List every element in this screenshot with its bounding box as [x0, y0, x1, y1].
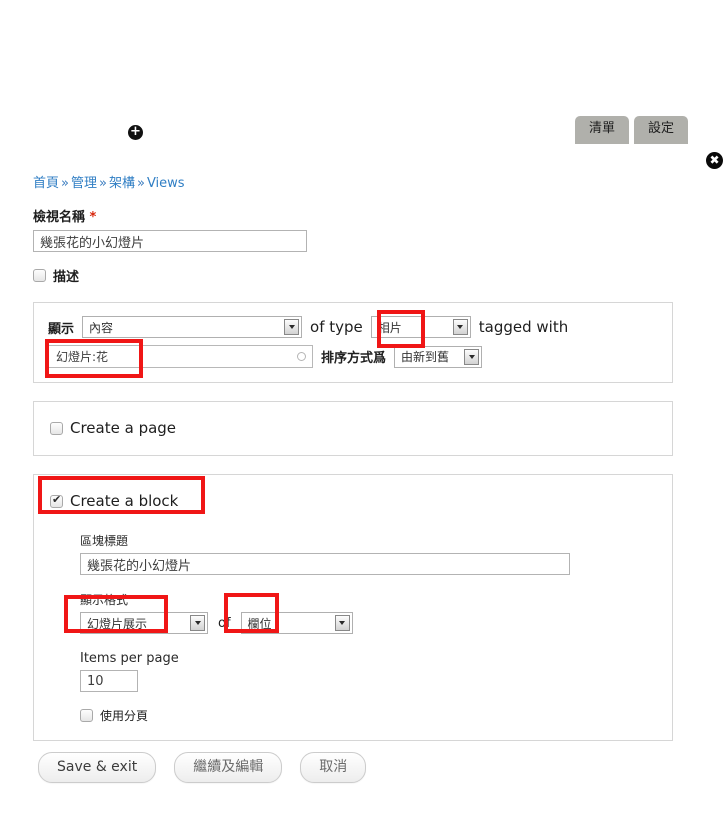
breadcrumb-item-home[interactable]: 首頁 [33, 176, 59, 191]
chevron-down-icon [190, 615, 205, 631]
chevron-down-icon [464, 348, 480, 365]
sort-select[interactable]: 由新到舊 [394, 345, 483, 368]
display-fields-select[interactable]: 欄位 [240, 612, 353, 634]
block-title-label: 區塊標題 [80, 534, 129, 548]
breadcrumb-separator: » [136, 176, 145, 191]
tab-settings[interactable]: 設定 [633, 116, 688, 144]
create-block-checkbox[interactable] [50, 493, 63, 508]
displays-row-primary: 顯示 內容 of type 相片 tagged with [48, 316, 658, 338]
display-format-select[interactable]: 幻燈片展示 [80, 612, 208, 634]
chevron-down-icon [452, 319, 468, 335]
autocomplete-throbber-icon [297, 352, 306, 361]
use-pager-label: 使用分頁 [100, 709, 149, 723]
toolbar-tabs: 清單 設定 [574, 116, 688, 144]
tagged-with-input-wrap[interactable]: 幻燈片:花 [48, 345, 313, 368]
add-plus-circle-icon[interactable]: + [128, 125, 143, 140]
create-page-panel: Create a page [33, 401, 673, 456]
node-type-select-value: 相片 [377, 320, 402, 335]
tagged-with-label: tagged with [478, 318, 569, 336]
use-pager-checkbox[interactable] [80, 709, 93, 722]
breadcrumb-separator: » [61, 176, 69, 191]
create-block-checkbox-row[interactable]: Create a block [50, 492, 658, 510]
breadcrumb-item-views: Views [146, 176, 185, 191]
create-block-panel: Create a block 區塊標題 顯示格式 幻燈片展示 of 欄位 Ite… [33, 474, 673, 741]
block-settings-group: 區塊標題 顯示格式 幻燈片展示 of 欄位 Items per page 使用分… [80, 532, 658, 724]
display-format-label: 顯示格式 [80, 593, 129, 607]
cancel-button[interactable]: 取消 [300, 752, 367, 783]
tab-list[interactable]: 清單 [574, 116, 629, 144]
block-title-input[interactable] [80, 553, 570, 575]
items-per-page-label: Items per page [80, 651, 179, 666]
node-type-select[interactable]: 相片 [370, 316, 471, 338]
show-label: 顯示 [48, 321, 75, 337]
create-block-label: Create a block [70, 492, 179, 510]
display-format-select-value: 幻燈片展示 [87, 616, 148, 631]
required-marker: * [89, 210, 97, 225]
close-icon[interactable]: ✖ [706, 152, 723, 169]
description-checkbox-row[interactable]: 描述 [33, 266, 673, 285]
view-name-label: 檢視名稱 * [33, 206, 673, 225]
sort-label: 排序方式爲 [321, 351, 387, 366]
description-label: 描述 [53, 270, 80, 285]
use-pager-checkbox-row[interactable]: 使用分頁 [80, 707, 658, 724]
chevron-down-icon [284, 319, 300, 335]
displays-row-secondary: 幻燈片:花 排序方式爲 由新到舊 [48, 345, 658, 368]
display-format-row: 幻燈片展示 of 欄位 [80, 612, 658, 634]
content-type-select-value: 內容 [89, 320, 114, 335]
save-and-exit-button[interactable]: Save & exit [38, 752, 157, 783]
sort-select-value: 由新到舊 [401, 350, 450, 364]
display-fields-select-value: 欄位 [247, 616, 272, 631]
format-of-label: of [218, 615, 231, 631]
description-checkbox[interactable] [33, 269, 46, 282]
chevron-down-icon [334, 615, 350, 631]
view-name-label-text: 檢視名稱 [33, 210, 86, 225]
form-actions: Save & exit 繼續及編輯 取消 [38, 752, 367, 783]
create-page-label: Create a page [70, 419, 177, 437]
breadcrumb-separator: » [99, 176, 107, 191]
displays-panel: 顯示 內容 of type 相片 tagged with 幻燈片:花 排序方式爲… [33, 302, 673, 383]
create-page-checkbox[interactable] [50, 421, 63, 435]
breadcrumb-item-admin[interactable]: 管理 [71, 176, 97, 191]
breadcrumb-item-structure[interactable]: 架構 [109, 176, 135, 191]
view-name-input[interactable] [33, 230, 307, 252]
views-wizard-form: 檢視名稱 * 描述 顯示 內容 of type 相片 tagged with 幻… [33, 206, 673, 741]
create-page-checkbox-row[interactable]: Create a page [50, 419, 658, 437]
of-type-label: of type [310, 318, 363, 336]
content-type-select[interactable]: 內容 [82, 316, 303, 338]
continue-and-edit-button[interactable]: 繼續及編輯 [174, 752, 283, 783]
items-per-page-input[interactable] [80, 670, 138, 692]
breadcrumb: 首頁» 管理» 架構» Views [33, 172, 185, 191]
tagged-with-input-value: 幻燈片:花 [56, 350, 109, 364]
